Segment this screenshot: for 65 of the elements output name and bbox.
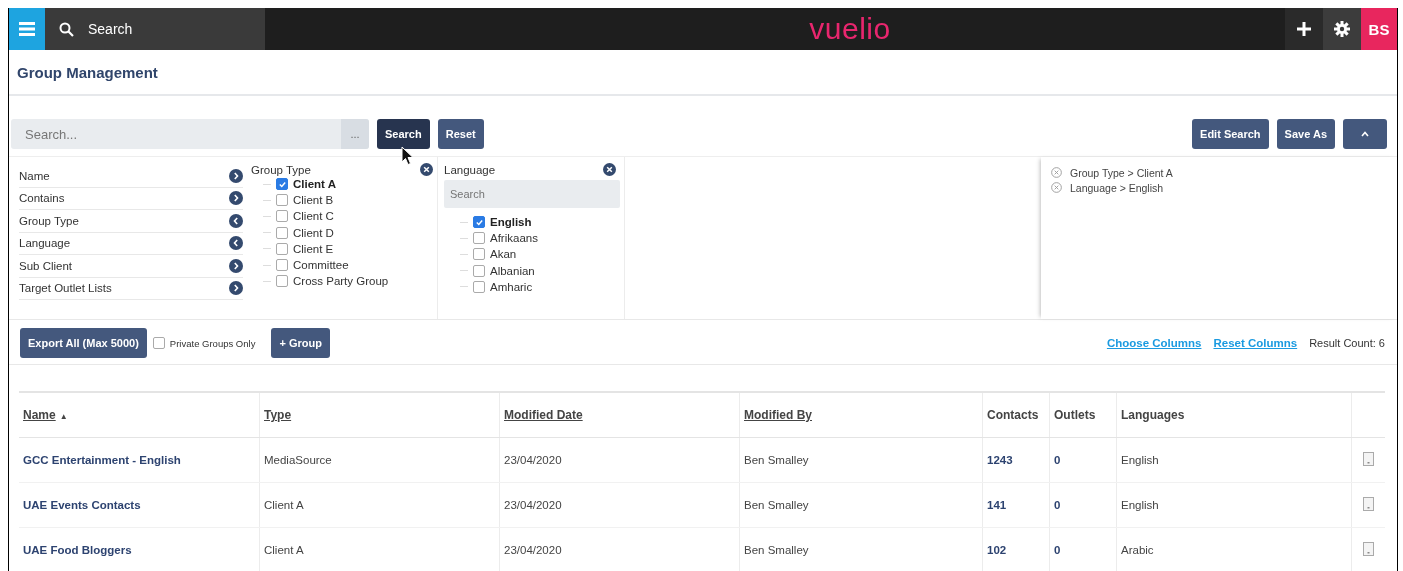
table-cell[interactable]: 0	[1049, 527, 1117, 571]
table-cell: Ben Smalley	[739, 527, 983, 571]
table-cell: 23/04/2020	[499, 437, 740, 483]
filter-field-item[interactable]: Name	[19, 165, 243, 188]
group-name-link[interactable]: UAE Events Contacts	[19, 482, 260, 528]
filter-field-item[interactable]: Target Outlet Lists	[19, 277, 243, 300]
column-header: Outlets	[1049, 392, 1117, 438]
table-cell: 23/04/2020	[499, 482, 740, 528]
option-item[interactable]: Client B	[263, 192, 437, 209]
table-cell: Ben Smalley	[739, 482, 983, 528]
table-cell[interactable]: 0	[1049, 437, 1117, 483]
panel-title: Group Type	[251, 163, 311, 176]
group-name-link[interactable]: GCC Entertainment - English	[19, 437, 260, 483]
table-cell[interactable]: 141	[982, 482, 1050, 528]
table-cell: Arabic	[1116, 527, 1352, 571]
option-item[interactable]: Amharic	[460, 278, 620, 295]
filter-field-item[interactable]: Group Type	[19, 210, 243, 233]
global-search-field[interactable]: Search	[45, 8, 265, 50]
table-cell: 23/04/2020	[499, 527, 740, 571]
option-item[interactable]: Akan	[460, 246, 620, 263]
applied-filter: Group Type > Client A	[1070, 166, 1173, 179]
option-item[interactable]: Cross Party Group	[263, 273, 437, 290]
option-item[interactable]: Client C	[263, 208, 437, 225]
toolbar-button[interactable]: Edit Search	[1192, 119, 1269, 149]
table-cell[interactable]: 1243	[982, 437, 1050, 483]
group-name-link[interactable]: UAE Food Bloggers	[19, 527, 260, 571]
option-item[interactable]: English	[460, 214, 620, 231]
applied-filter: Language > English	[1070, 181, 1164, 194]
column-header[interactable]: Type	[259, 392, 500, 438]
filter-field-item[interactable]: Language	[19, 232, 243, 255]
add-group-button[interactable]: + Group	[271, 328, 330, 358]
private-groups-checkbox[interactable]: Private Groups Only	[152, 337, 256, 349]
column-header[interactable]: Modified Date	[499, 392, 740, 438]
user-avatar[interactable]: BS	[1361, 8, 1397, 50]
table-cell: English	[1116, 482, 1352, 528]
filter-field-item[interactable]: Contains	[19, 187, 243, 210]
option-item[interactable]: Client D	[263, 224, 437, 241]
panel-title: Language	[444, 163, 496, 176]
column-header: Contacts	[982, 392, 1050, 438]
option-item[interactable]: Client A	[263, 176, 437, 193]
table-cell: Client A	[259, 527, 500, 571]
search-action-button[interactable]: Reset	[437, 119, 484, 149]
table-cell: MediaSource	[259, 437, 500, 483]
column-header[interactable]: Name ▲	[19, 392, 260, 438]
export-button[interactable]: Export All (Max 5000)	[20, 328, 147, 358]
search-field[interactable]: Search... ...	[11, 119, 369, 149]
result-count: Result Count: 6	[1309, 337, 1385, 349]
table-cell[interactable]: 0	[1049, 482, 1117, 528]
column-header[interactable]: Modified By	[739, 392, 983, 438]
language-search-field[interactable]: Search	[444, 180, 620, 208]
more-button[interactable]: ...	[341, 119, 369, 149]
option-item[interactable]: Albanian	[460, 262, 620, 279]
option-item[interactable]: Afrikaans	[460, 230, 620, 247]
table-cell[interactable]: 102	[982, 527, 1050, 571]
page-title: Group Management	[17, 63, 158, 81]
search-action-button[interactable]: Search	[377, 119, 430, 149]
column-header: Languages	[1116, 392, 1352, 438]
option-item[interactable]: Committee	[263, 256, 437, 274]
filter-field-item[interactable]: Sub Client	[19, 255, 243, 278]
table-cell: Ben Smalley	[739, 437, 983, 483]
table-cell: English	[1116, 437, 1352, 483]
logo: vuelio	[809, 12, 891, 46]
toolbar-button[interactable]: Save As	[1276, 119, 1335, 149]
table-cell: Client A	[259, 482, 500, 528]
option-item[interactable]: Client E	[263, 240, 437, 257]
